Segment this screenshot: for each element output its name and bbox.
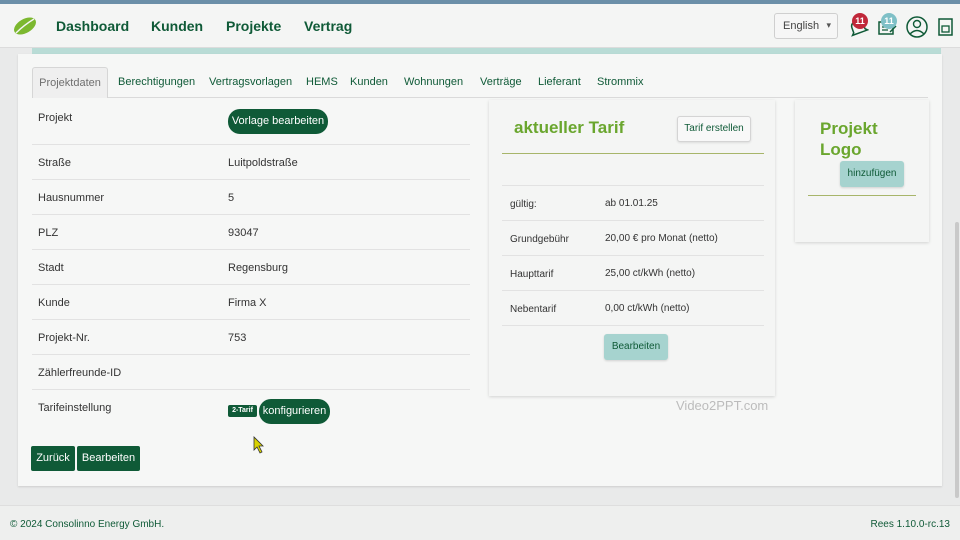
- tariff-row-valid: gültig: ab 01.01.25: [502, 185, 764, 220]
- tariff-row-label: Grundgebühr: [510, 234, 569, 245]
- logo-card-title: Projekt Logo: [820, 119, 878, 159]
- footer-version: Rees 1.10.0-rc.13: [870, 519, 951, 530]
- field-value: Firma X: [228, 297, 267, 309]
- nav-projekte[interactable]: Projekte: [226, 18, 281, 34]
- tab-berechtigungen[interactable]: Berechtigungen: [118, 76, 195, 88]
- edit-template-button[interactable]: Vorlage bearbeiten: [228, 109, 328, 134]
- field-row-kunde: Kunde Firma X: [32, 285, 470, 320]
- footer-copyright: © 2024 Consolinno Energy GmbH.: [10, 519, 165, 530]
- field-row-hausnummer: Hausnummer 5: [32, 180, 470, 215]
- tariff-row-value: 0,00 ct/kWh (netto): [605, 303, 690, 314]
- field-label: Projekt: [38, 112, 73, 124]
- tariff-type-badge: 2-Tarif: [228, 405, 257, 417]
- tariff-row-label: Haupttarif: [510, 269, 554, 280]
- language-select-value: English: [783, 20, 820, 32]
- task-badge: 11: [881, 13, 897, 29]
- page-footer: © 2024 Consolinno Energy GmbH. Rees 1.10…: [0, 505, 960, 540]
- field-label: Tarifeinstellung: [38, 402, 112, 414]
- tariff-row-value: ab 01.01.25: [605, 198, 658, 209]
- field-row-stadt: Stadt Regensburg: [32, 250, 470, 285]
- tab-strommix[interactable]: Strommix: [597, 76, 643, 88]
- top-navbar: Dashboard Kunden Projekte Vertrag Englis…: [0, 4, 960, 48]
- field-label: Stadt: [38, 262, 64, 274]
- nav-dashboard[interactable]: Dashboard: [56, 18, 129, 34]
- field-row-plz: PLZ 93047: [32, 215, 470, 250]
- edit-tariff-button[interactable]: Bearbeiten: [604, 334, 668, 360]
- user-avatar-icon[interactable]: [906, 15, 928, 39]
- tab-vertragsvorlagen[interactable]: Vertragsvorlagen: [209, 76, 292, 88]
- tariff-row-value: 20,00 € pro Monat (netto): [605, 233, 718, 244]
- tariff-row-base-fee: Grundgebühr 20,00 € pro Monat (netto): [502, 220, 764, 255]
- nav-vertrag[interactable]: Vertrag: [304, 18, 352, 34]
- tab-hems[interactable]: HEMS: [306, 76, 338, 88]
- chevron-down-icon: ▾: [826, 20, 831, 30]
- field-label: PLZ: [38, 227, 59, 239]
- field-value: Regensburg: [228, 262, 288, 274]
- field-value: 753: [228, 332, 247, 344]
- tariff-row-label: Nebentarif: [510, 304, 557, 315]
- tariff-table-bottom: [502, 325, 764, 326]
- tariff-row-label: gültig:: [510, 199, 537, 210]
- field-value: 93047: [228, 227, 259, 239]
- tariff-row-value: 25,00 ct/kWh (netto): [605, 268, 696, 279]
- tab-kunden[interactable]: Kunden: [350, 76, 388, 88]
- back-button[interactable]: Zurück: [31, 446, 75, 471]
- tariff-row-main: Haupttarif 25,00 ct/kWh (netto): [502, 255, 764, 290]
- edit-project-button[interactable]: Bearbeiten: [77, 446, 140, 471]
- watermark-text: Video2PPT.com: [676, 398, 769, 413]
- field-label: Zählerfreunde-ID: [38, 367, 122, 379]
- tab-lieferant[interactable]: Lieferant: [538, 76, 581, 88]
- configure-button[interactable]: konfigurieren: [259, 399, 330, 424]
- tab-vertraege[interactable]: Verträge: [480, 76, 522, 88]
- tabs-divider: [108, 97, 928, 98]
- logout-icon[interactable]: [935, 16, 957, 38]
- tariff-title-divider: [502, 153, 764, 154]
- tab-projektdaten[interactable]: Projektdaten: [32, 67, 108, 98]
- field-label: Projekt-Nr.: [38, 332, 90, 344]
- language-select[interactable]: English ▾: [774, 13, 838, 39]
- add-logo-button[interactable]: hinzufügen: [840, 161, 904, 187]
- field-row-strasse: Straße Luitpoldstraße: [32, 145, 470, 180]
- page-scrollbar[interactable]: [955, 222, 959, 498]
- logo-card-divider: [808, 195, 916, 196]
- field-label: Kunde: [38, 297, 70, 309]
- tariff-row-secondary: Nebentarif 0,00 ct/kWh (netto): [502, 290, 764, 325]
- tariff-card-title: aktueller Tarif: [514, 118, 625, 137]
- field-value: Luitpoldstraße: [228, 157, 298, 169]
- field-label: Straße: [38, 157, 72, 169]
- create-tariff-button[interactable]: Tarif erstellen: [677, 116, 751, 142]
- nav-kunden[interactable]: Kunden: [151, 18, 203, 34]
- notification-badge: 11: [852, 13, 868, 29]
- field-row-projekt-nr: Projekt-Nr. 753: [32, 320, 470, 355]
- field-label: Hausnummer: [38, 192, 105, 204]
- field-value: 5: [228, 192, 235, 204]
- field-row-zaehlerfreunde-id: Zählerfreunde-ID: [32, 355, 470, 390]
- tab-wohnungen[interactable]: Wohnungen: [404, 76, 463, 88]
- mouse-cursor-icon: [253, 436, 264, 454]
- leaf-logo-icon[interactable]: [12, 15, 38, 37]
